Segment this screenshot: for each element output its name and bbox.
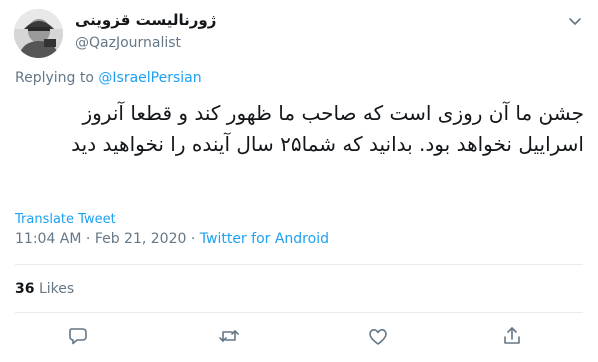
divider	[15, 264, 583, 265]
tweet-source[interactable]: Twitter for Android	[200, 231, 329, 247]
replying-to-link[interactable]: @IsraelPersian	[98, 70, 201, 86]
tweet-text: جشن ما آن روزی است که صاحب ما ظهور کند و…	[71, 101, 584, 156]
retweet-icon[interactable]	[217, 324, 241, 348]
likes-number: 36	[15, 281, 35, 297]
tweet-time[interactable]: 11:04 AM	[15, 231, 81, 247]
author-display-name[interactable]: ژورنالیست قزوینی	[75, 11, 216, 29]
replying-to-label: Replying to	[15, 70, 99, 86]
reply-icon[interactable]	[66, 324, 90, 348]
tweet-meta: 11:04 AM · Feb 21, 2020 · Twitter for An…	[15, 231, 329, 247]
tweet-date[interactable]: Feb 21, 2020	[95, 231, 187, 247]
avatar-image	[14, 9, 63, 58]
divider	[15, 312, 583, 313]
chevron-down-icon[interactable]	[566, 12, 584, 30]
likes-label: Likes	[38, 281, 75, 297]
author-handle[interactable]: @QazJournalist	[75, 35, 181, 51]
share-icon[interactable]	[500, 324, 524, 348]
avatar[interactable]	[14, 9, 63, 58]
meta-separator: ·	[186, 231, 200, 247]
tweet-actions	[0, 324, 598, 350]
heart-icon[interactable]	[366, 324, 390, 348]
likes-count[interactable]: 36 Likes	[15, 281, 74, 297]
meta-separator: ·	[81, 231, 95, 247]
replying-to: Replying to @IsraelPersian	[15, 70, 202, 86]
translate-tweet-link[interactable]: Translate Tweet	[15, 212, 116, 227]
